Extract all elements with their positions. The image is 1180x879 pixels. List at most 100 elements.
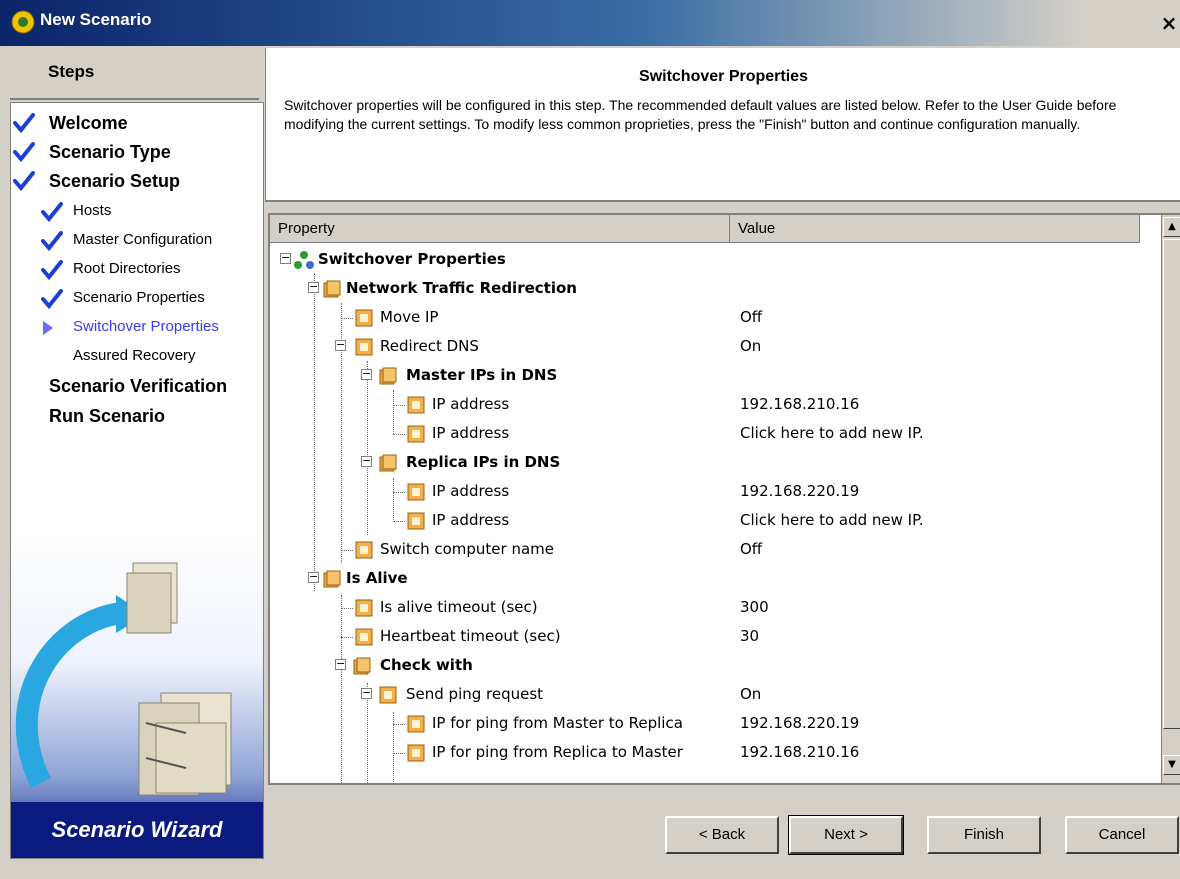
tree-line [393,434,405,435]
column-header-property[interactable]: Property [270,215,730,243]
property-icon [407,512,425,530]
property-value[interactable]: Click here to add new IP. [740,511,924,529]
scroll-down-icon[interactable]: ▼ [1163,755,1180,775]
collapse-toggle[interactable]: − [308,571,319,583]
property-icon [407,744,425,762]
collapse-toggle[interactable]: − [280,252,291,264]
collapse-toggle[interactable]: − [308,281,319,293]
tree-row[interactable]: − Replica IPs in DNS [270,449,1160,478]
scroll-thumb[interactable] [1163,239,1180,729]
tree-row[interactable]: IP for ping from Replica to Master 192.1… [270,739,1160,768]
checkmark-icon [41,231,63,251]
close-button[interactable]: × [1158,12,1180,34]
collapse-toggle[interactable]: − [335,658,346,670]
tree-row[interactable]: IP for ping from Master to Replica 192.1… [270,710,1160,739]
servers-illustration [15,562,232,796]
step-scenario-type: Scenario Type [49,142,171,162]
button-bar: < Back Next > Finish Cancel [265,790,1180,879]
title-bar[interactable]: New Scenario × [0,0,1180,46]
tree-line [393,753,405,754]
tree-row[interactable]: Is alive timeout (sec) 300 [270,594,1160,623]
tree-line [341,608,353,609]
property-value[interactable]: Off [740,308,762,326]
back-button[interactable]: < Back [665,816,779,854]
checkmark-icon [41,260,63,280]
wizard-illustration: Scenario Wizard [11,533,263,858]
property-icon [355,541,373,559]
property-value[interactable]: Click here to add new IP. [740,424,924,442]
current-step-arrow-icon [43,321,53,335]
tree-line [393,405,405,406]
tree-label: IP for ping from Replica to Master [432,743,683,761]
collapse-toggle[interactable]: − [361,368,372,380]
tree-row[interactable]: − Switchover Properties [270,246,1160,275]
collapse-toggle[interactable]: − [361,687,372,699]
step-scenario-verification: Scenario Verification [49,376,228,396]
property-value[interactable]: 192.168.220.19 [740,714,859,732]
property-value[interactable]: 192.168.220.19 [740,482,859,500]
property-value[interactable]: On [740,685,761,703]
step-switchover-properties: Switchover Properties [73,318,219,335]
folder-icon [379,454,397,472]
tree-row[interactable]: − Is Alive [270,565,1160,594]
tree-line [393,521,405,522]
property-value[interactable]: 300 [740,598,769,616]
steps-header: Steps [10,48,259,100]
property-icon [407,483,425,501]
tree-label: IP address [432,511,510,529]
network-icon [294,251,314,269]
property-value[interactable]: On [740,337,761,355]
tree-label: Network Traffic Redirection [346,279,577,297]
wizard-window: New Scenario × Steps Welcome Scenario Ty… [0,0,1180,879]
tree-row[interactable]: IP address 192.168.210.16 [270,391,1160,420]
tree-row[interactable]: − Network Traffic Redirection [270,275,1160,304]
property-grid[interactable]: Property Value − Switchover Properties −… [268,213,1180,785]
app-icon [11,10,35,34]
tree-line [341,550,353,551]
property-icon [355,338,373,356]
tree-line [393,724,405,725]
tree-line [341,318,353,319]
property-icon [355,309,373,327]
property-value[interactable]: Off [740,540,762,558]
cancel-button[interactable]: Cancel [1065,816,1179,854]
tree-row[interactable]: − Check with [270,652,1160,681]
tree-label: Switch computer name [380,540,555,558]
tree-line [341,637,353,638]
tree-row[interactable]: − Redirect DNS On [270,333,1160,362]
next-button[interactable]: Next > [788,815,904,855]
checkmark-icon [41,202,63,222]
property-value[interactable]: 192.168.210.16 [740,395,859,413]
vertical-scrollbar[interactable]: ▲ ▼ [1161,215,1180,783]
tree-label: Move IP [380,308,439,326]
folder-icon [323,280,341,298]
tree-label: IP address [432,424,510,442]
step-root-directories: Root Directories [73,260,181,277]
wizard-label: Scenario Wizard [11,802,263,858]
tree-label: IP for ping from Master to Replica [432,714,683,732]
collapse-toggle[interactable]: − [335,339,346,351]
page-header: Switchover Properties Switchover propert… [265,48,1180,202]
folder-icon [323,570,341,588]
tree-row[interactable]: − Master IPs in DNS [270,362,1160,391]
tree-row[interactable]: IP address Click here to add new IP. [270,420,1160,449]
property-icon [407,715,425,733]
collapse-toggle[interactable]: − [361,455,372,467]
tree-row[interactable]: Move IP Off [270,304,1160,333]
checkmark-icon [13,113,35,133]
checkmark-icon [13,142,35,162]
finish-button[interactable]: Finish [927,816,1041,854]
tree-row[interactable]: − Send ping request On [270,681,1160,710]
tree-row[interactable]: IP address 192.168.220.19 [270,478,1160,507]
tree-row[interactable]: Switch computer name Off [270,536,1160,565]
property-value[interactable]: 30 [740,627,759,645]
tree-row[interactable]: Heartbeat timeout (sec) 30 [270,623,1160,652]
tree-row[interactable]: IP address Click here to add new IP. [270,507,1160,536]
window-title: New Scenario [40,10,152,29]
folder-icon [353,657,371,675]
property-value[interactable]: 192.168.210.16 [740,743,859,761]
column-header-value[interactable]: Value [730,215,1140,243]
step-scenario-setup: Scenario Setup [49,171,181,191]
step-run-scenario: Run Scenario [49,406,166,426]
scroll-up-icon[interactable]: ▲ [1163,217,1180,237]
